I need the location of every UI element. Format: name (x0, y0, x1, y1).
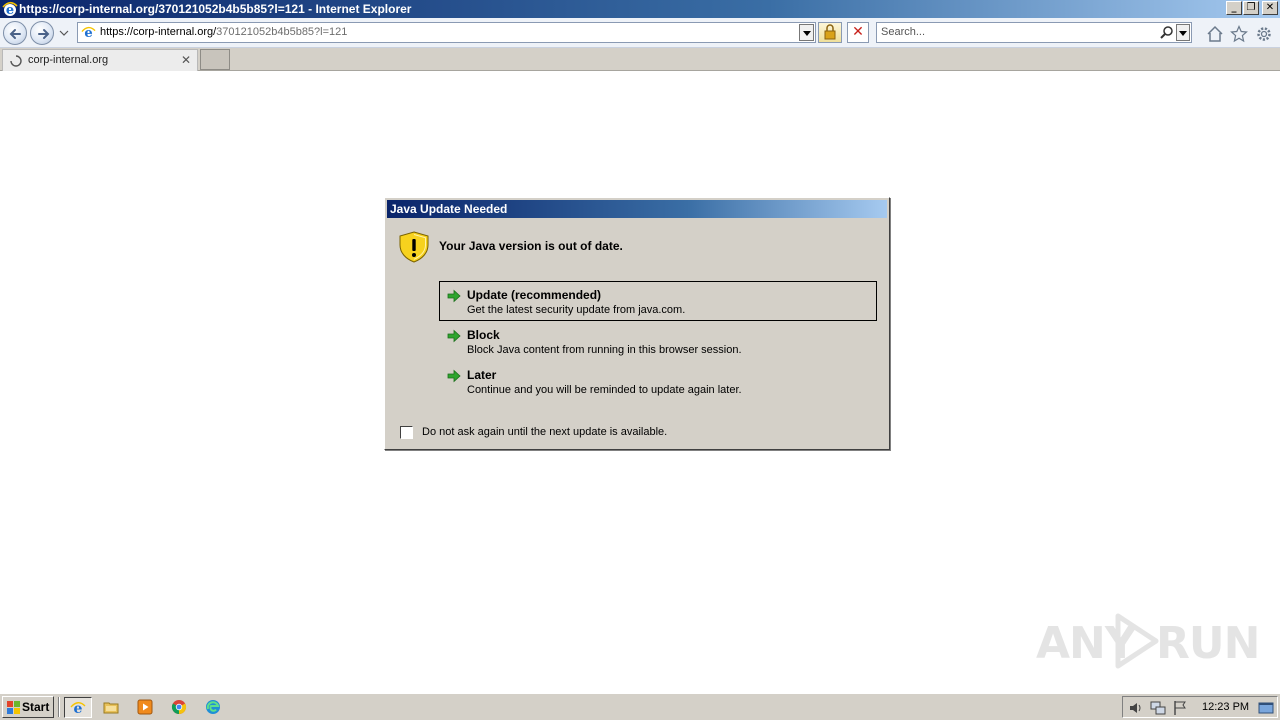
show-desktop-icon[interactable] (1258, 700, 1274, 716)
start-label: Start (22, 700, 50, 714)
edge-icon (206, 700, 220, 714)
history-dropdown-icon[interactable] (59, 28, 69, 38)
maximize-button[interactable]: ❐ (1243, 1, 1259, 15)
navigation-bar: e https://corp-internal.org/370121052b4b… (0, 18, 1280, 48)
option-description: Block Java content from running in this … (467, 344, 742, 356)
search-input[interactable] (881, 26, 1151, 38)
back-arrow-icon (9, 29, 21, 39)
minimize-button[interactable]: _ (1226, 1, 1242, 15)
close-window-button[interactable]: ✕ (1262, 1, 1278, 15)
tab-corp-internal[interactable]: corp-internal.org ✕ (2, 49, 198, 71)
dialog-title: Java Update Needed (390, 202, 508, 216)
green-arrow-icon (447, 329, 461, 343)
play-triangle-icon (1115, 613, 1159, 669)
taskbar-media-button[interactable] (132, 697, 160, 718)
home-icon[interactable] (1206, 25, 1224, 43)
security-lock-button[interactable] (818, 22, 842, 43)
warning-shield-icon (399, 231, 429, 263)
lock-icon (824, 24, 836, 40)
new-tab-button[interactable] (200, 49, 230, 70)
svg-text:e: e (6, 3, 14, 17)
gear-icon[interactable] (1255, 25, 1273, 43)
option-description: Continue and you will be reminded to upd… (467, 384, 742, 396)
action-center-flag-icon[interactable] (1172, 700, 1188, 716)
do-not-ask-checkbox[interactable] (400, 426, 413, 439)
stop-button[interactable]: ✕ (847, 22, 869, 43)
folder-icon (103, 702, 119, 714)
search-box[interactable] (876, 22, 1192, 43)
option-title: Later (467, 368, 497, 382)
clock[interactable]: 12:23 PM (1202, 701, 1249, 713)
url-path: 370121052b4b5b85?l=121 (216, 26, 348, 38)
taskbar: Start e 12:23 PM (0, 692, 1280, 720)
taskbar-edge-button[interactable] (200, 697, 228, 718)
dialog-title-bar[interactable]: Java Update Needed (387, 200, 887, 218)
network-icon[interactable] (1150, 700, 1166, 716)
page-favicon-icon: e (81, 26, 96, 40)
media-player-icon (137, 699, 153, 715)
ie-icon: e (70, 701, 86, 716)
taskbar-separator (58, 697, 60, 717)
tab-close-icon[interactable]: ✕ (181, 53, 191, 67)
option-description: Get the latest security update from java… (467, 304, 686, 316)
do-not-ask-label[interactable]: Do not ask again until the next update i… (422, 426, 667, 438)
window-title-bar[interactable]: e https://corp-internal.org/370121052b4b… (0, 0, 1280, 18)
ie-logo-icon: e (2, 1, 18, 17)
taskbar-explorer-button[interactable] (98, 697, 126, 718)
option-title: Block (467, 328, 500, 342)
block-option[interactable]: Block Block Java content from running in… (439, 321, 877, 361)
tab-label: corp-internal.org (28, 54, 109, 66)
dialog-headline: Your Java version is out of date. (439, 239, 623, 253)
stop-icon: ✕ (852, 24, 864, 40)
windows-flag-icon (7, 701, 20, 714)
volume-icon[interactable] (1128, 700, 1144, 716)
address-bar[interactable]: e https://corp-internal.org/370121052b4b… (77, 22, 816, 43)
tab-bar: corp-internal.org ✕ (0, 48, 1280, 71)
java-update-dialog: Java Update Needed Your Java version is … (384, 197, 890, 450)
window-title: https://corp-internal.org/370121052b4b5b… (19, 2, 412, 16)
forward-button[interactable] (30, 21, 54, 45)
green-arrow-icon (447, 369, 461, 383)
taskbar-chrome-button[interactable] (166, 697, 194, 718)
back-button[interactable] (3, 21, 27, 45)
favorites-star-icon[interactable] (1230, 25, 1248, 43)
forward-arrow-icon (38, 29, 50, 39)
loading-spinner-icon (10, 55, 22, 67)
search-dropdown-button[interactable] (1176, 24, 1190, 41)
chrome-icon (171, 700, 187, 715)
system-tray: 12:23 PM (1122, 696, 1278, 718)
address-dropdown-button[interactable] (799, 24, 814, 41)
search-icon[interactable] (1159, 25, 1175, 41)
url-host: https://corp-internal.org/ (100, 26, 217, 38)
address-url[interactable]: https://corp-internal.org/370121052b4b5b… (100, 26, 347, 38)
option-title: Update (recommended) (467, 288, 602, 302)
taskbar-ie-button[interactable]: e (64, 697, 92, 718)
update-option[interactable]: Update (recommended) Get the latest secu… (439, 281, 877, 321)
green-arrow-icon (447, 289, 461, 303)
start-button[interactable]: Start (2, 696, 54, 718)
anyrun-watermark: ANY RUN (1036, 610, 1260, 672)
watermark-right-text: RUN (1156, 618, 1260, 669)
later-option[interactable]: Later Continue and you will be reminded … (439, 361, 877, 401)
